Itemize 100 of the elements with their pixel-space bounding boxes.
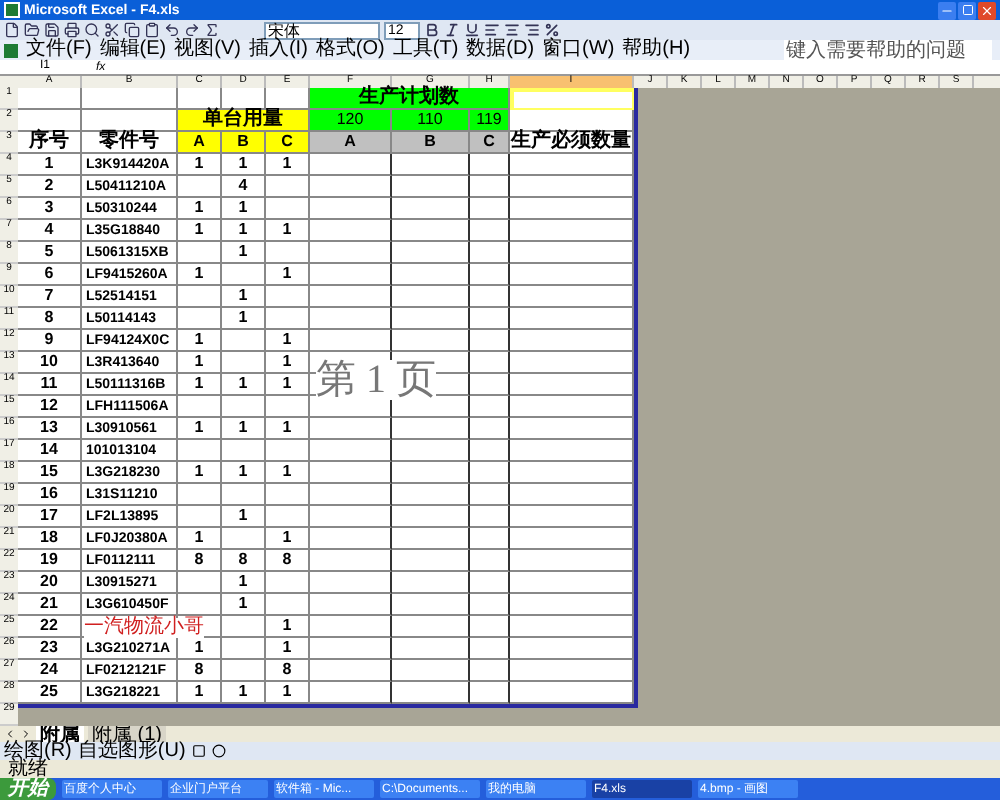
menu-item[interactable]: 插入(I) <box>248 40 308 60</box>
table-cell <box>470 396 510 418</box>
table-cell: 4 <box>18 220 82 242</box>
table-cell: 8 <box>222 550 266 572</box>
table-cell: 14 <box>18 440 82 462</box>
table-cell <box>470 616 510 638</box>
menu-item[interactable]: 工具(T) <box>392 40 459 60</box>
scroll-left-icon[interactable] <box>4 728 16 740</box>
maximize-button[interactable] <box>958 1 976 20</box>
table-cell <box>266 396 310 418</box>
table-cell <box>310 462 392 484</box>
table-cell <box>470 374 510 396</box>
new-file-icon[interactable] <box>4 22 20 39</box>
table-cell: 1 <box>222 198 266 220</box>
menu-item[interactable]: 视图(V) <box>174 40 241 60</box>
rectangle-tool-icon[interactable] <box>191 744 206 758</box>
table-cell <box>222 660 266 682</box>
percent-icon[interactable] <box>544 22 560 39</box>
table-cell <box>510 88 634 110</box>
folder-icon[interactable] <box>24 22 40 39</box>
table-cell: 6 <box>18 264 82 286</box>
table-cell <box>470 264 510 286</box>
autoshapes-menu-button[interactable]: 自选图形(U) <box>77 741 186 761</box>
font-dropdown[interactable]: 宋体 <box>264 21 380 40</box>
table-cell: 10 <box>18 352 82 374</box>
table-cell: 1 <box>178 330 222 352</box>
table-cell <box>392 396 470 418</box>
align-left-icon[interactable] <box>484 22 500 39</box>
table-cell: 1 <box>178 528 222 550</box>
table-cell <box>18 88 82 110</box>
table-cell <box>178 594 222 616</box>
merged-header-cell: 生产计划数 <box>310 88 510 110</box>
scissors-icon[interactable] <box>104 22 120 39</box>
table-cell: 1 <box>222 506 266 528</box>
table-cell <box>470 550 510 572</box>
undo-icon[interactable] <box>164 22 180 39</box>
table-cell <box>510 594 634 616</box>
table-cell <box>470 638 510 660</box>
table-cell: 1 <box>178 462 222 484</box>
help-search-field[interactable]: 键入需要帮助的问题 <box>784 39 992 61</box>
table-cell <box>178 484 222 506</box>
table-cell: 1 <box>222 682 266 704</box>
menu-item[interactable]: 帮助(H) <box>622 40 691 60</box>
table-cell: 22 <box>18 616 82 638</box>
bold-icon[interactable] <box>424 22 440 39</box>
table-cell <box>310 616 392 638</box>
table-cell: 15 <box>18 462 82 484</box>
header-cell: B <box>222 132 266 154</box>
table-cell: 24 <box>18 660 82 682</box>
printer-icon[interactable] <box>64 22 80 39</box>
table-cell: 1 <box>178 352 222 374</box>
menu-item[interactable]: 编辑(E) <box>99 40 167 60</box>
close-icon <box>980 3 994 18</box>
table-cell: 1 <box>178 198 222 220</box>
redo-icon[interactable] <box>184 22 200 39</box>
table-cell: 20 <box>18 572 82 594</box>
close-button[interactable] <box>978 1 996 20</box>
table-cell <box>510 462 634 484</box>
underline-icon[interactable] <box>464 22 480 39</box>
menu-item[interactable]: 窗口(W) <box>542 40 615 60</box>
table-cell: 1 <box>266 220 310 242</box>
copy-icon[interactable] <box>124 22 140 39</box>
table-cell: 1 <box>222 418 266 440</box>
align-center-icon[interactable] <box>504 22 520 39</box>
draw-menu-button[interactable]: 绘图(R) <box>4 741 72 761</box>
menu-item[interactable]: 数据(D) <box>466 40 535 60</box>
table-cell: 1 <box>18 154 82 176</box>
table-cell <box>178 286 222 308</box>
table-cell: 1 <box>222 154 266 176</box>
sigma-icon[interactable] <box>204 22 220 39</box>
minimize-button[interactable] <box>938 1 956 20</box>
align-right-icon[interactable] <box>524 22 540 39</box>
table-cell <box>266 88 310 110</box>
table-cell <box>222 484 266 506</box>
header-cell: C <box>266 132 310 154</box>
table-cell: 1 <box>178 264 222 286</box>
table-cell <box>178 572 222 594</box>
italic-icon[interactable] <box>444 22 460 39</box>
clipboard-icon[interactable] <box>144 22 160 39</box>
table-cell <box>392 154 470 176</box>
table-cell <box>222 88 266 110</box>
oval-tool-icon[interactable] <box>211 744 226 758</box>
table-cell: 18 <box>18 528 82 550</box>
table-cell <box>266 572 310 594</box>
table-cell <box>310 176 392 198</box>
start-button[interactable]: 开始 <box>0 778 56 800</box>
table-cell <box>470 660 510 682</box>
save-icon[interactable] <box>44 22 60 39</box>
scroll-right-icon[interactable] <box>20 728 32 740</box>
table-cell <box>510 110 634 132</box>
table-cell: 1 <box>222 374 266 396</box>
table-cell: 1 <box>222 462 266 484</box>
table-cell <box>510 638 634 660</box>
header-cell: A <box>178 132 222 154</box>
menu-item[interactable]: 格式(O) <box>315 40 385 60</box>
table-cell <box>266 440 310 462</box>
search-icon[interactable] <box>84 22 100 39</box>
header-cell: C <box>470 132 510 154</box>
table-cell <box>510 660 634 682</box>
menu-item[interactable]: 文件(F) <box>26 40 92 60</box>
